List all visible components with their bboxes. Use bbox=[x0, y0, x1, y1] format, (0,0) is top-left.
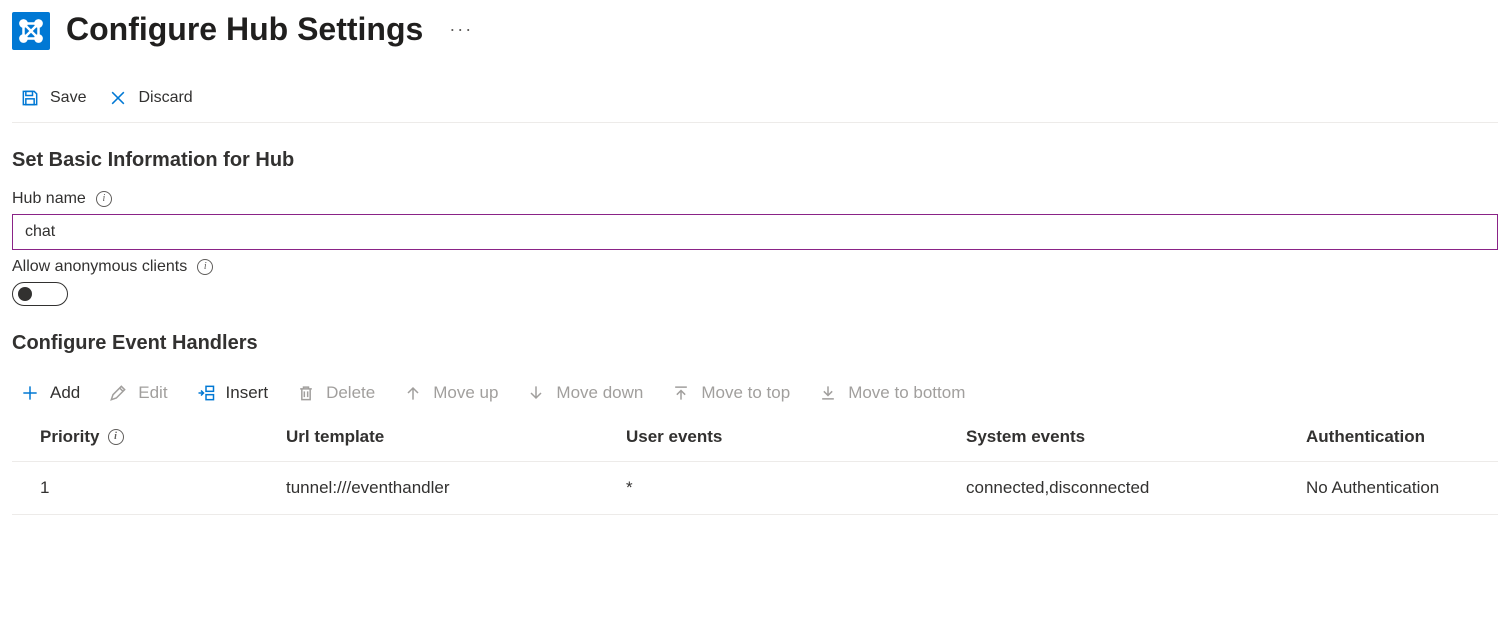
info-icon[interactable]: i bbox=[108, 429, 124, 445]
hub-resource-icon bbox=[12, 12, 50, 50]
move-down-button: Move down bbox=[526, 383, 643, 403]
page-header: Configure Hub Settings ··· bbox=[12, 8, 1498, 50]
save-icon bbox=[20, 88, 40, 108]
save-label: Save bbox=[50, 89, 86, 107]
move-to-bottom-button: Move to bottom bbox=[818, 383, 965, 403]
col-auth-header: Authentication bbox=[1292, 417, 1498, 462]
allow-anonymous-toggle[interactable] bbox=[12, 282, 68, 306]
col-sys-header: System events bbox=[952, 417, 1292, 462]
hub-name-label: Hub name bbox=[12, 190, 86, 208]
cell-auth: No Authentication bbox=[1292, 462, 1498, 515]
discard-button[interactable]: Discard bbox=[108, 88, 192, 108]
add-button[interactable]: Add bbox=[20, 383, 80, 403]
edit-label: Edit bbox=[138, 383, 167, 403]
col-user-header: User events bbox=[612, 417, 952, 462]
move-to-top-button: Move to top bbox=[671, 383, 790, 403]
delete-label: Delete bbox=[326, 383, 375, 403]
hub-name-input[interactable] bbox=[12, 214, 1498, 250]
event-handlers-table: Priority i Url template User events Syst… bbox=[12, 417, 1498, 515]
edit-button: Edit bbox=[108, 383, 167, 403]
insert-label: Insert bbox=[226, 383, 269, 403]
basic-info-section-title: Set Basic Information for Hub bbox=[12, 149, 1498, 172]
info-icon[interactable]: i bbox=[96, 191, 112, 207]
event-handlers-section-title: Configure Event Handlers bbox=[12, 332, 1498, 355]
discard-icon bbox=[108, 88, 128, 108]
insert-button[interactable]: Insert bbox=[196, 383, 269, 403]
cell-url: tunnel:///eventhandler bbox=[272, 462, 612, 515]
allow-anonymous-label-row: Allow anonymous clients i bbox=[12, 258, 1498, 276]
arrow-down-icon bbox=[526, 383, 546, 403]
move-up-label: Move up bbox=[433, 383, 498, 403]
discard-label: Discard bbox=[138, 89, 192, 107]
arrow-up-icon bbox=[403, 383, 423, 403]
col-priority-header: Priority bbox=[40, 427, 100, 447]
save-button[interactable]: Save bbox=[20, 88, 86, 108]
cell-user: * bbox=[612, 462, 952, 515]
move-up-button: Move up bbox=[403, 383, 498, 403]
col-url-header: Url template bbox=[272, 417, 612, 462]
more-actions-button[interactable]: ··· bbox=[449, 19, 473, 40]
hub-name-label-row: Hub name i bbox=[12, 190, 1498, 208]
trash-icon bbox=[296, 383, 316, 403]
cell-sys: connected,disconnected bbox=[952, 462, 1292, 515]
allow-anonymous-label: Allow anonymous clients bbox=[12, 258, 187, 276]
arrow-top-icon bbox=[671, 383, 691, 403]
move-to-bottom-label: Move to bottom bbox=[848, 383, 965, 403]
cell-priority: 1 bbox=[12, 462, 272, 515]
move-down-label: Move down bbox=[556, 383, 643, 403]
info-icon[interactable]: i bbox=[197, 259, 213, 275]
insert-icon bbox=[196, 383, 216, 403]
page-title: Configure Hub Settings bbox=[66, 10, 423, 48]
table-header-row: Priority i Url template User events Syst… bbox=[12, 417, 1498, 462]
delete-button: Delete bbox=[296, 383, 375, 403]
table-row[interactable]: 1 tunnel:///eventhandler * connected,dis… bbox=[12, 462, 1498, 515]
plus-icon bbox=[20, 383, 40, 403]
toggle-knob bbox=[18, 287, 32, 301]
arrow-bottom-icon bbox=[818, 383, 838, 403]
event-handlers-toolbar: Add Edit Insert Delete Move up bbox=[12, 373, 1498, 417]
pencil-icon bbox=[108, 383, 128, 403]
add-label: Add bbox=[50, 383, 80, 403]
command-bar: Save Discard bbox=[12, 82, 1498, 123]
move-to-top-label: Move to top bbox=[701, 383, 790, 403]
